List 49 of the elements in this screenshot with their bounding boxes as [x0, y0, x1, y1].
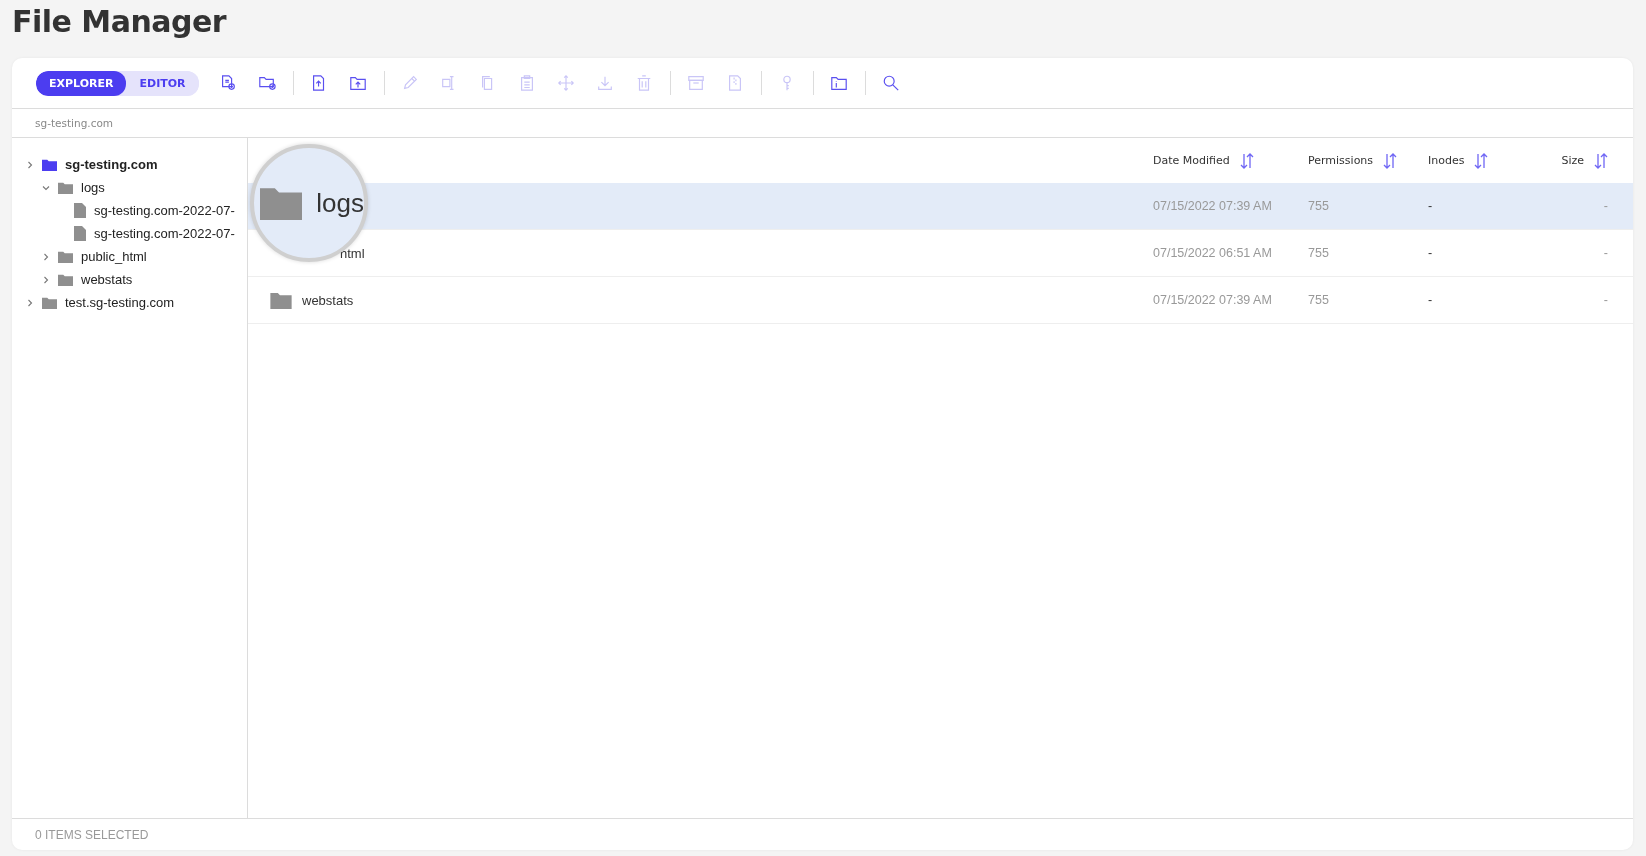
date-cell-text: 07/15/2022 06:51 AM — [1153, 246, 1273, 260]
chevron-icon[interactable] — [42, 252, 50, 261]
size-cell-text: - — [1602, 293, 1608, 307]
tree-item[interactable]: sg-testing.com-2022-07- — [44, 222, 235, 245]
chevron-icon[interactable] — [42, 183, 50, 192]
size-cell-text: - — [1602, 199, 1608, 213]
column-header[interactable]: Inodes — [1428, 154, 1465, 167]
tree-item[interactable]: webstats — [28, 268, 133, 291]
inodes-cell-text: - — [1428, 246, 1434, 260]
chevron-icon[interactable] — [26, 298, 34, 307]
tree-item[interactable]: sg-testing.com-2022-07- — [44, 199, 235, 222]
folder-icon — [58, 181, 73, 194]
chevron-icon[interactable] — [26, 160, 34, 169]
permissions-cell-text: 755 — [1308, 199, 1330, 213]
permissions-cell-text: 755 — [1308, 246, 1330, 260]
size-cell-text: - — [1602, 246, 1608, 260]
folder-icon — [58, 273, 73, 286]
folder-icon — [42, 296, 57, 309]
folder-icon — [270, 291, 292, 309]
sort-icon[interactable] — [1239, 152, 1254, 169]
column-header[interactable]: Permissions — [1308, 154, 1374, 167]
tree-item[interactable]: public_html — [28, 245, 147, 268]
tree-item[interactable]: logs — [28, 176, 105, 199]
magnified-label: logs — [316, 187, 364, 219]
folder-icon — [260, 186, 303, 220]
page-title: File Manager — [12, 3, 228, 41]
file-row[interactable]: webstats 07/15/2022 07:39 AM 755 - - — [248, 277, 1633, 324]
sort-icon[interactable] — [1383, 152, 1398, 169]
inodes-cell-text: - — [1428, 293, 1434, 307]
folder-icon — [58, 250, 73, 263]
inodes-cell-text: - — [1428, 199, 1434, 213]
tree-item[interactable]: test.sg-testing.com — [12, 291, 175, 314]
folder-icon — [42, 158, 57, 171]
file-name: html — [339, 245, 365, 261]
sort-icon[interactable] — [1594, 152, 1608, 169]
tree-item[interactable]: sg-testing.com — [12, 153, 158, 176]
breadcrumb[interactable]: sg-testing.com — [35, 117, 114, 129]
permissions-cell-text: 755 — [1308, 293, 1330, 307]
file-name: webstats — [302, 292, 354, 308]
status-text: 0 ITEMS SELECTED — [35, 827, 149, 842]
date-cell-text: 07/15/2022 07:39 AM — [1153, 293, 1273, 307]
column-header[interactable]: Size — [1561, 154, 1584, 167]
view-tab[interactable]: EXPLORER — [36, 70, 127, 96]
column-header[interactable]: Date Modified — [1153, 154, 1230, 167]
file-icon — [74, 203, 86, 218]
date-cell-text: 07/15/2022 07:39 AM — [1153, 199, 1273, 213]
sort-icon[interactable] — [1474, 152, 1489, 169]
file-icon — [74, 226, 86, 241]
chevron-icon[interactable] — [42, 275, 50, 284]
